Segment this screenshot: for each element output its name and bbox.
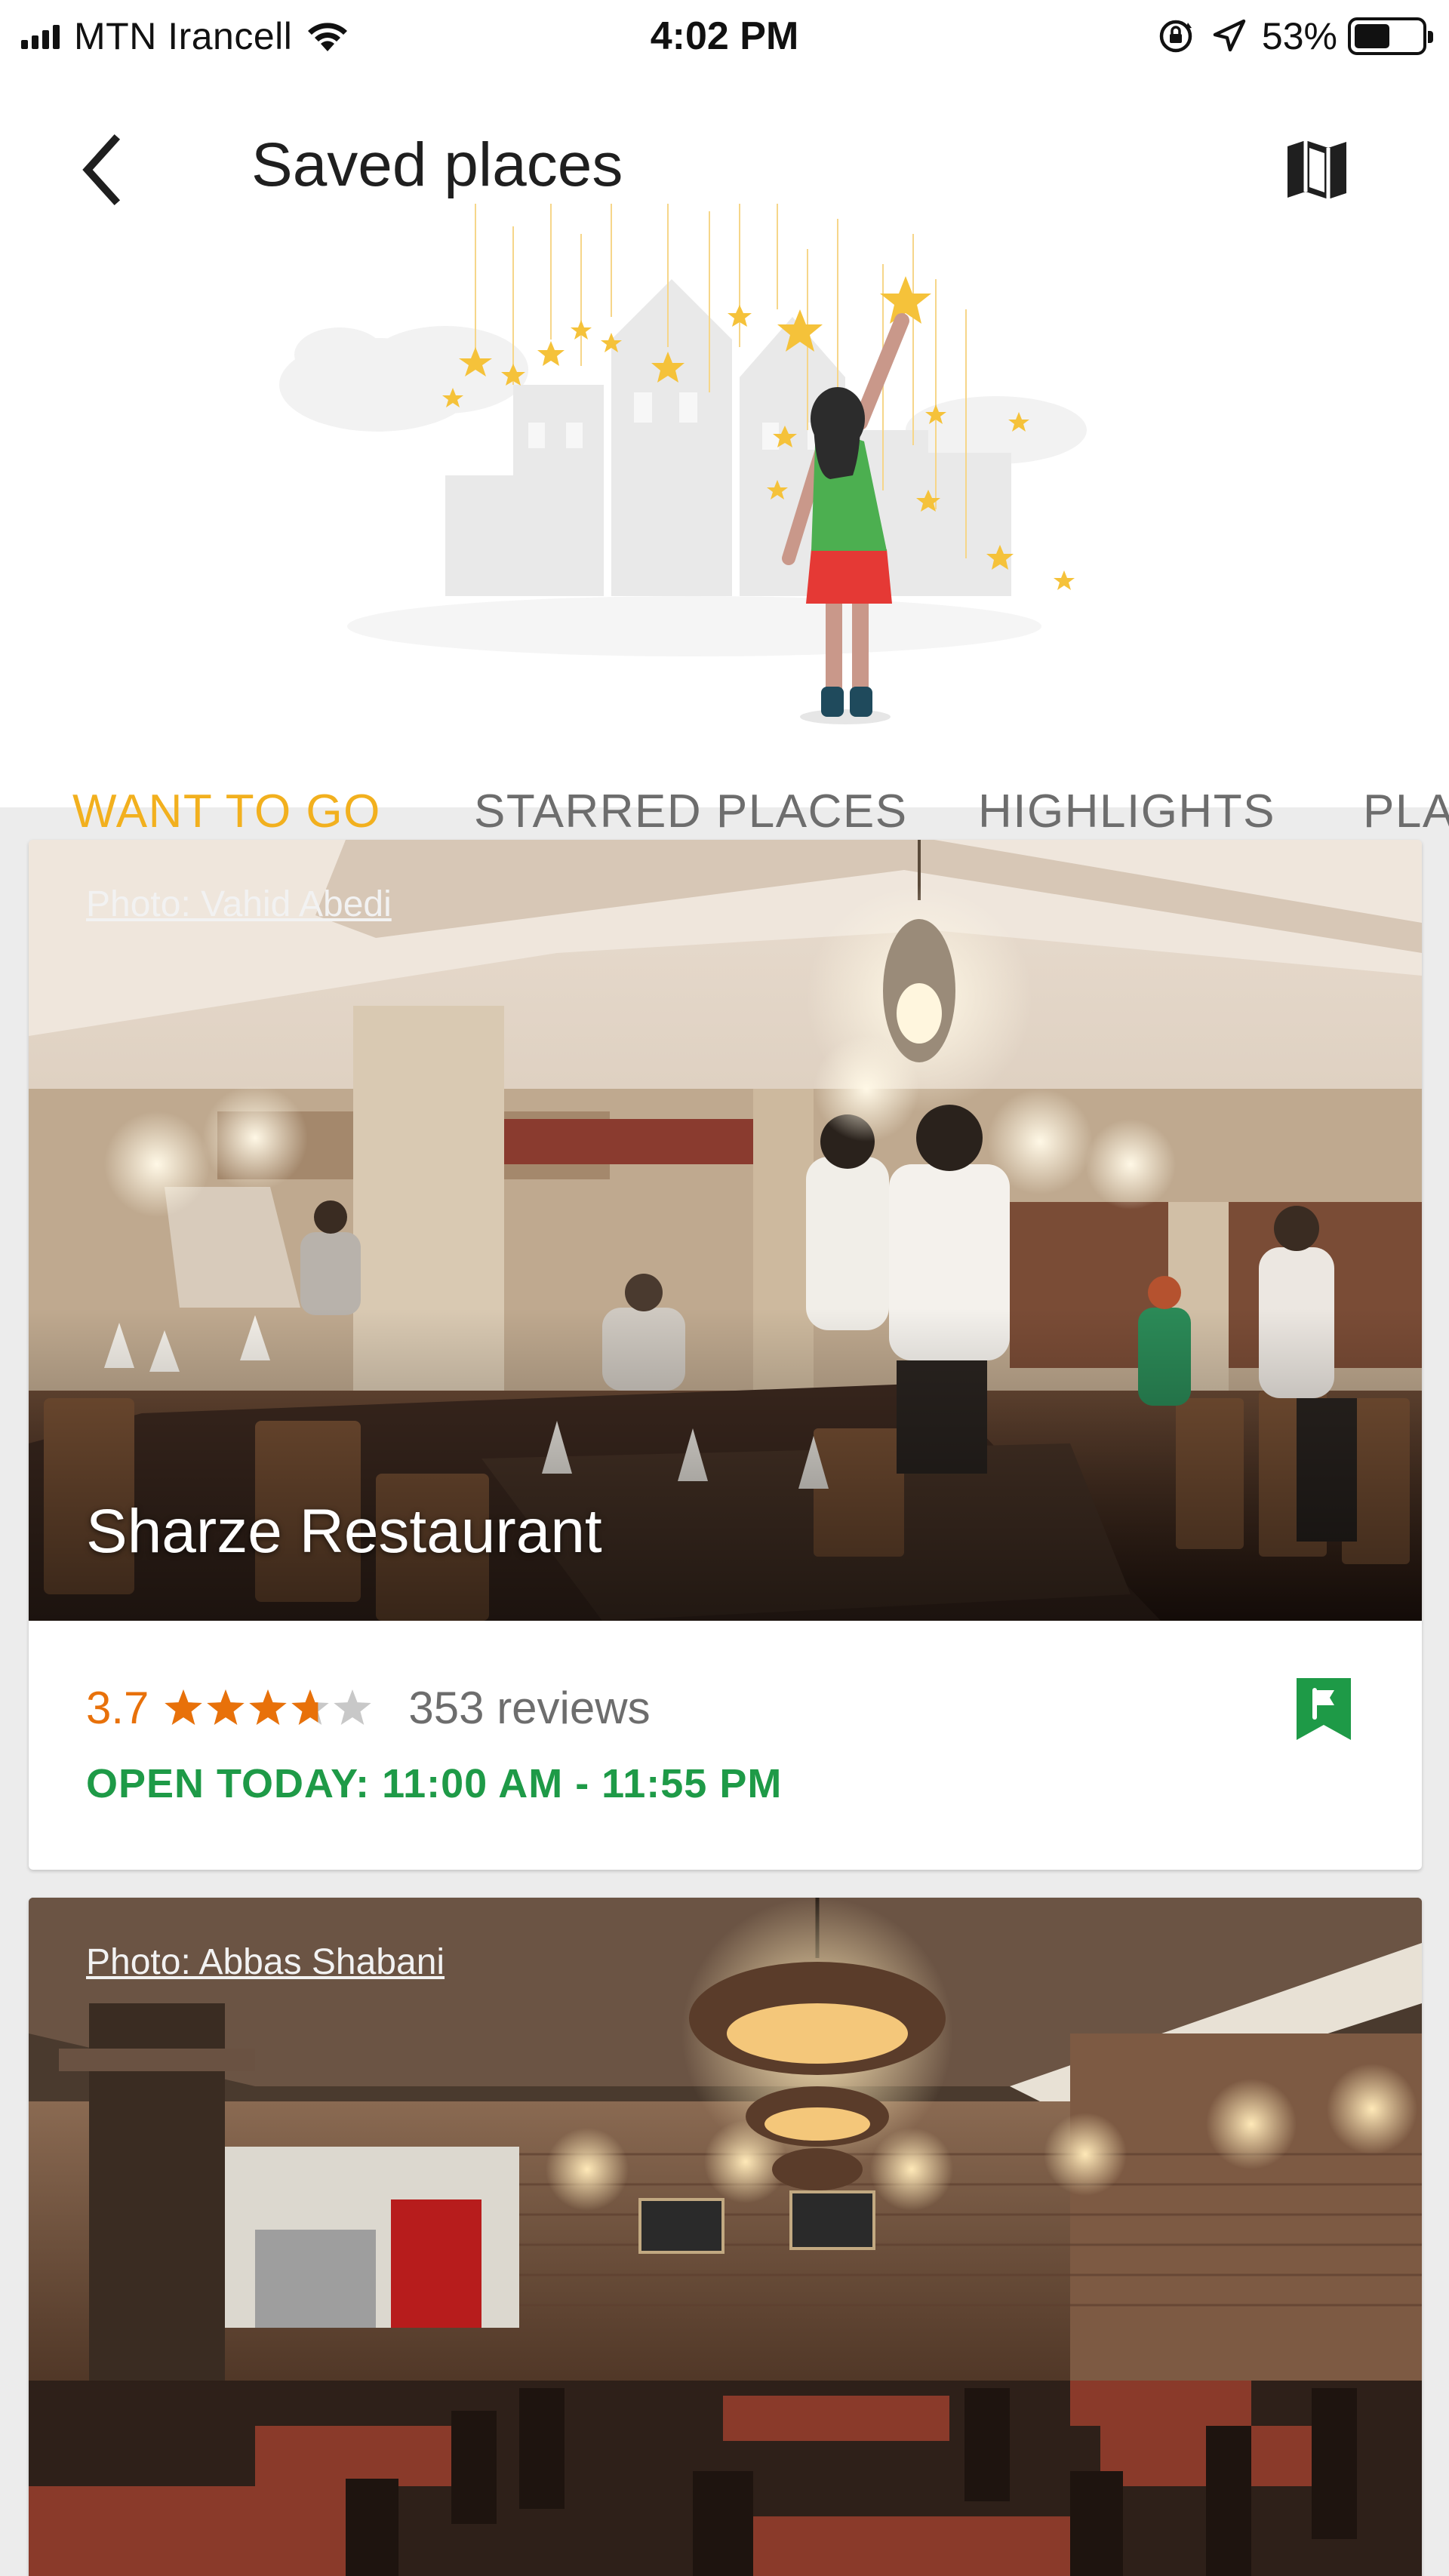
battery-percent: 53% bbox=[1261, 15, 1337, 57]
battery-level-fill bbox=[1355, 24, 1389, 48]
place-photo[interactable]: Photo: Abbas Shabani bbox=[29, 1898, 1422, 2576]
photo-credit-link[interactable]: Photo: Vahid Abedi bbox=[86, 884, 392, 925]
orientation-lock-icon bbox=[1159, 20, 1192, 53]
chevron-left-icon bbox=[82, 134, 121, 206]
status-bar: MTN Irancell 4:02 PM 53% bbox=[0, 0, 1449, 75]
place-card[interactable]: Photo: Vahid Abedi Sharze Restaurant 3.7… bbox=[29, 840, 1422, 1870]
want-to-go-flag-icon[interactable] bbox=[1294, 1675, 1354, 1743]
star-icon bbox=[334, 1689, 372, 1725]
saved-places-illustration bbox=[279, 204, 1087, 724]
header: Saved places WANT TO GO STARRED PLACES H… bbox=[0, 75, 1449, 884]
review-count[interactable]: 353 reviews bbox=[408, 1682, 650, 1734]
photo-credit-link[interactable]: Photo: Abbas Shabani bbox=[86, 1941, 445, 1983]
battery-icon bbox=[1348, 17, 1433, 55]
opening-hours: OPEN TODAY: 11:00 AM - 11:55 PM bbox=[86, 1761, 783, 1806]
star-fill bbox=[207, 1689, 245, 1725]
map-icon bbox=[1287, 140, 1346, 199]
rating-value: 3.7 bbox=[86, 1682, 149, 1733]
rating-row: 3.7 353 reviews bbox=[86, 1681, 651, 1734]
location-arrow-icon bbox=[1213, 19, 1246, 52]
star-rating bbox=[165, 1689, 372, 1725]
star-fill bbox=[249, 1689, 288, 1725]
place-photo[interactable]: Photo: Vahid Abedi Sharze Restaurant bbox=[29, 840, 1422, 1621]
back-button[interactable] bbox=[60, 128, 143, 211]
place-info: 3.7 353 reviews OPEN TODAY: 11:00 AM - 1… bbox=[29, 1621, 1422, 1870]
place-name: Sharze Restaurant bbox=[86, 1497, 602, 1566]
star-fill bbox=[165, 1689, 203, 1725]
map-button[interactable] bbox=[1275, 128, 1358, 211]
status-right: 53% bbox=[1156, 14, 1433, 59]
restaurant-photo bbox=[29, 1898, 1422, 2576]
place-card[interactable]: Photo: Abbas Shabani bbox=[29, 1898, 1422, 2576]
page-title: Saved places bbox=[251, 131, 623, 199]
